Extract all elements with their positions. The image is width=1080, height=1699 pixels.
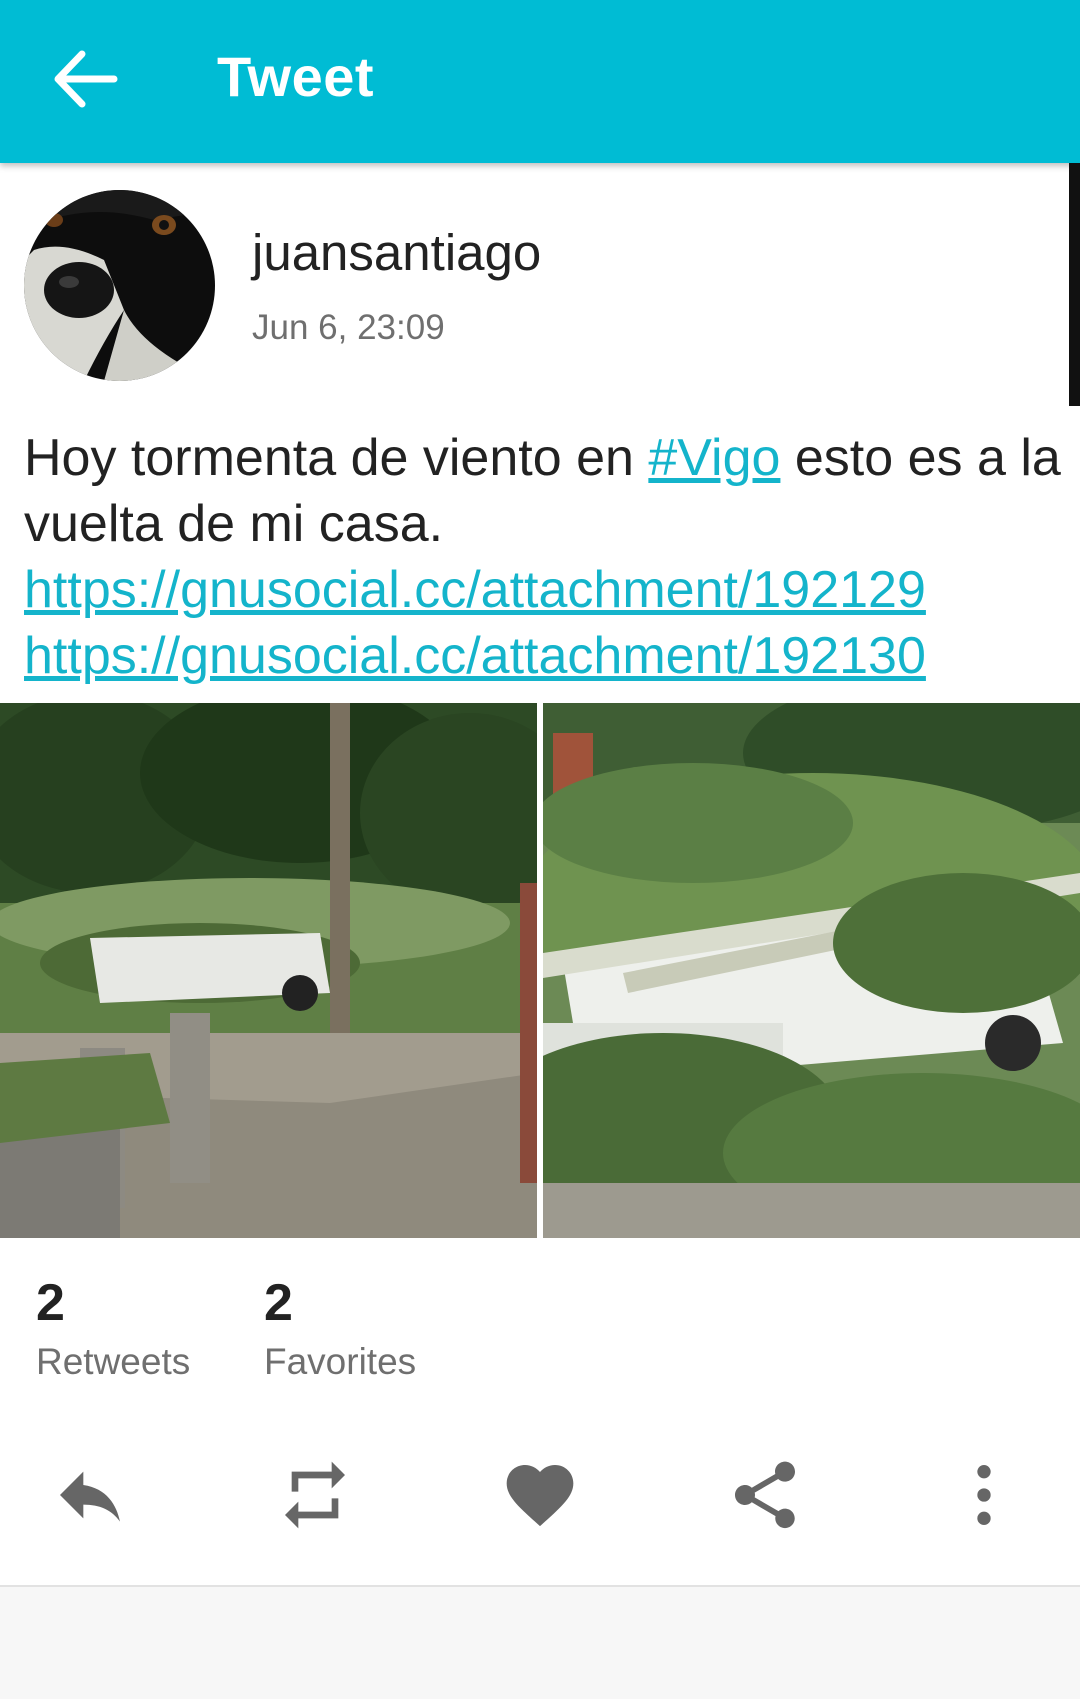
favorites-count: 2 xyxy=(264,1274,293,1332)
tweet-text: Hoy tormenta de viento en #Vigo esto es … xyxy=(24,425,1064,689)
retweets-label: Retweets xyxy=(36,1341,191,1382)
retweet-button[interactable] xyxy=(265,1445,365,1545)
back-button[interactable] xyxy=(50,48,120,110)
favorites-stat[interactable]: 2 Favorites xyxy=(264,1273,416,1383)
favorites-label: Favorites xyxy=(264,1341,417,1382)
arrow-left-icon xyxy=(54,50,118,108)
more-vertical-icon xyxy=(977,1465,991,1525)
hashtag-link[interactable]: #Vigo xyxy=(648,429,780,487)
heart-icon xyxy=(506,1465,574,1527)
tweet-text-part1: Hoy tormenta de viento en xyxy=(24,429,649,487)
share-icon xyxy=(735,1461,795,1529)
media-image-2[interactable] xyxy=(543,703,1080,1238)
app-bar: Tweet xyxy=(0,0,1080,163)
timestamp: Jun 6, 23:09 xyxy=(252,308,445,347)
retweet-icon xyxy=(285,1461,345,1529)
username[interactable]: juansantiago xyxy=(252,223,541,282)
reply-icon xyxy=(60,1471,120,1522)
tweet-card: juansantiago Jun 6, 23:09 Hoy tormenta d… xyxy=(0,163,1080,1587)
scrollbar[interactable] xyxy=(1069,163,1080,406)
retweets-count: 2 xyxy=(36,1274,65,1332)
attachment-link-2[interactable]: https://gnusocial.cc/attachment/192130 xyxy=(24,627,926,685)
avatar[interactable] xyxy=(24,190,215,381)
favorite-button[interactable] xyxy=(490,1445,590,1545)
retweets-stat[interactable]: 2 Retweets xyxy=(36,1273,190,1383)
page-title: Tweet xyxy=(217,45,375,108)
more-button[interactable] xyxy=(934,1445,1034,1545)
attachment-link-1[interactable]: https://gnusocial.cc/attachment/192129 xyxy=(24,561,926,619)
reply-button[interactable] xyxy=(40,1445,140,1545)
media-image-1[interactable] xyxy=(0,703,537,1238)
share-button[interactable] xyxy=(715,1445,815,1545)
